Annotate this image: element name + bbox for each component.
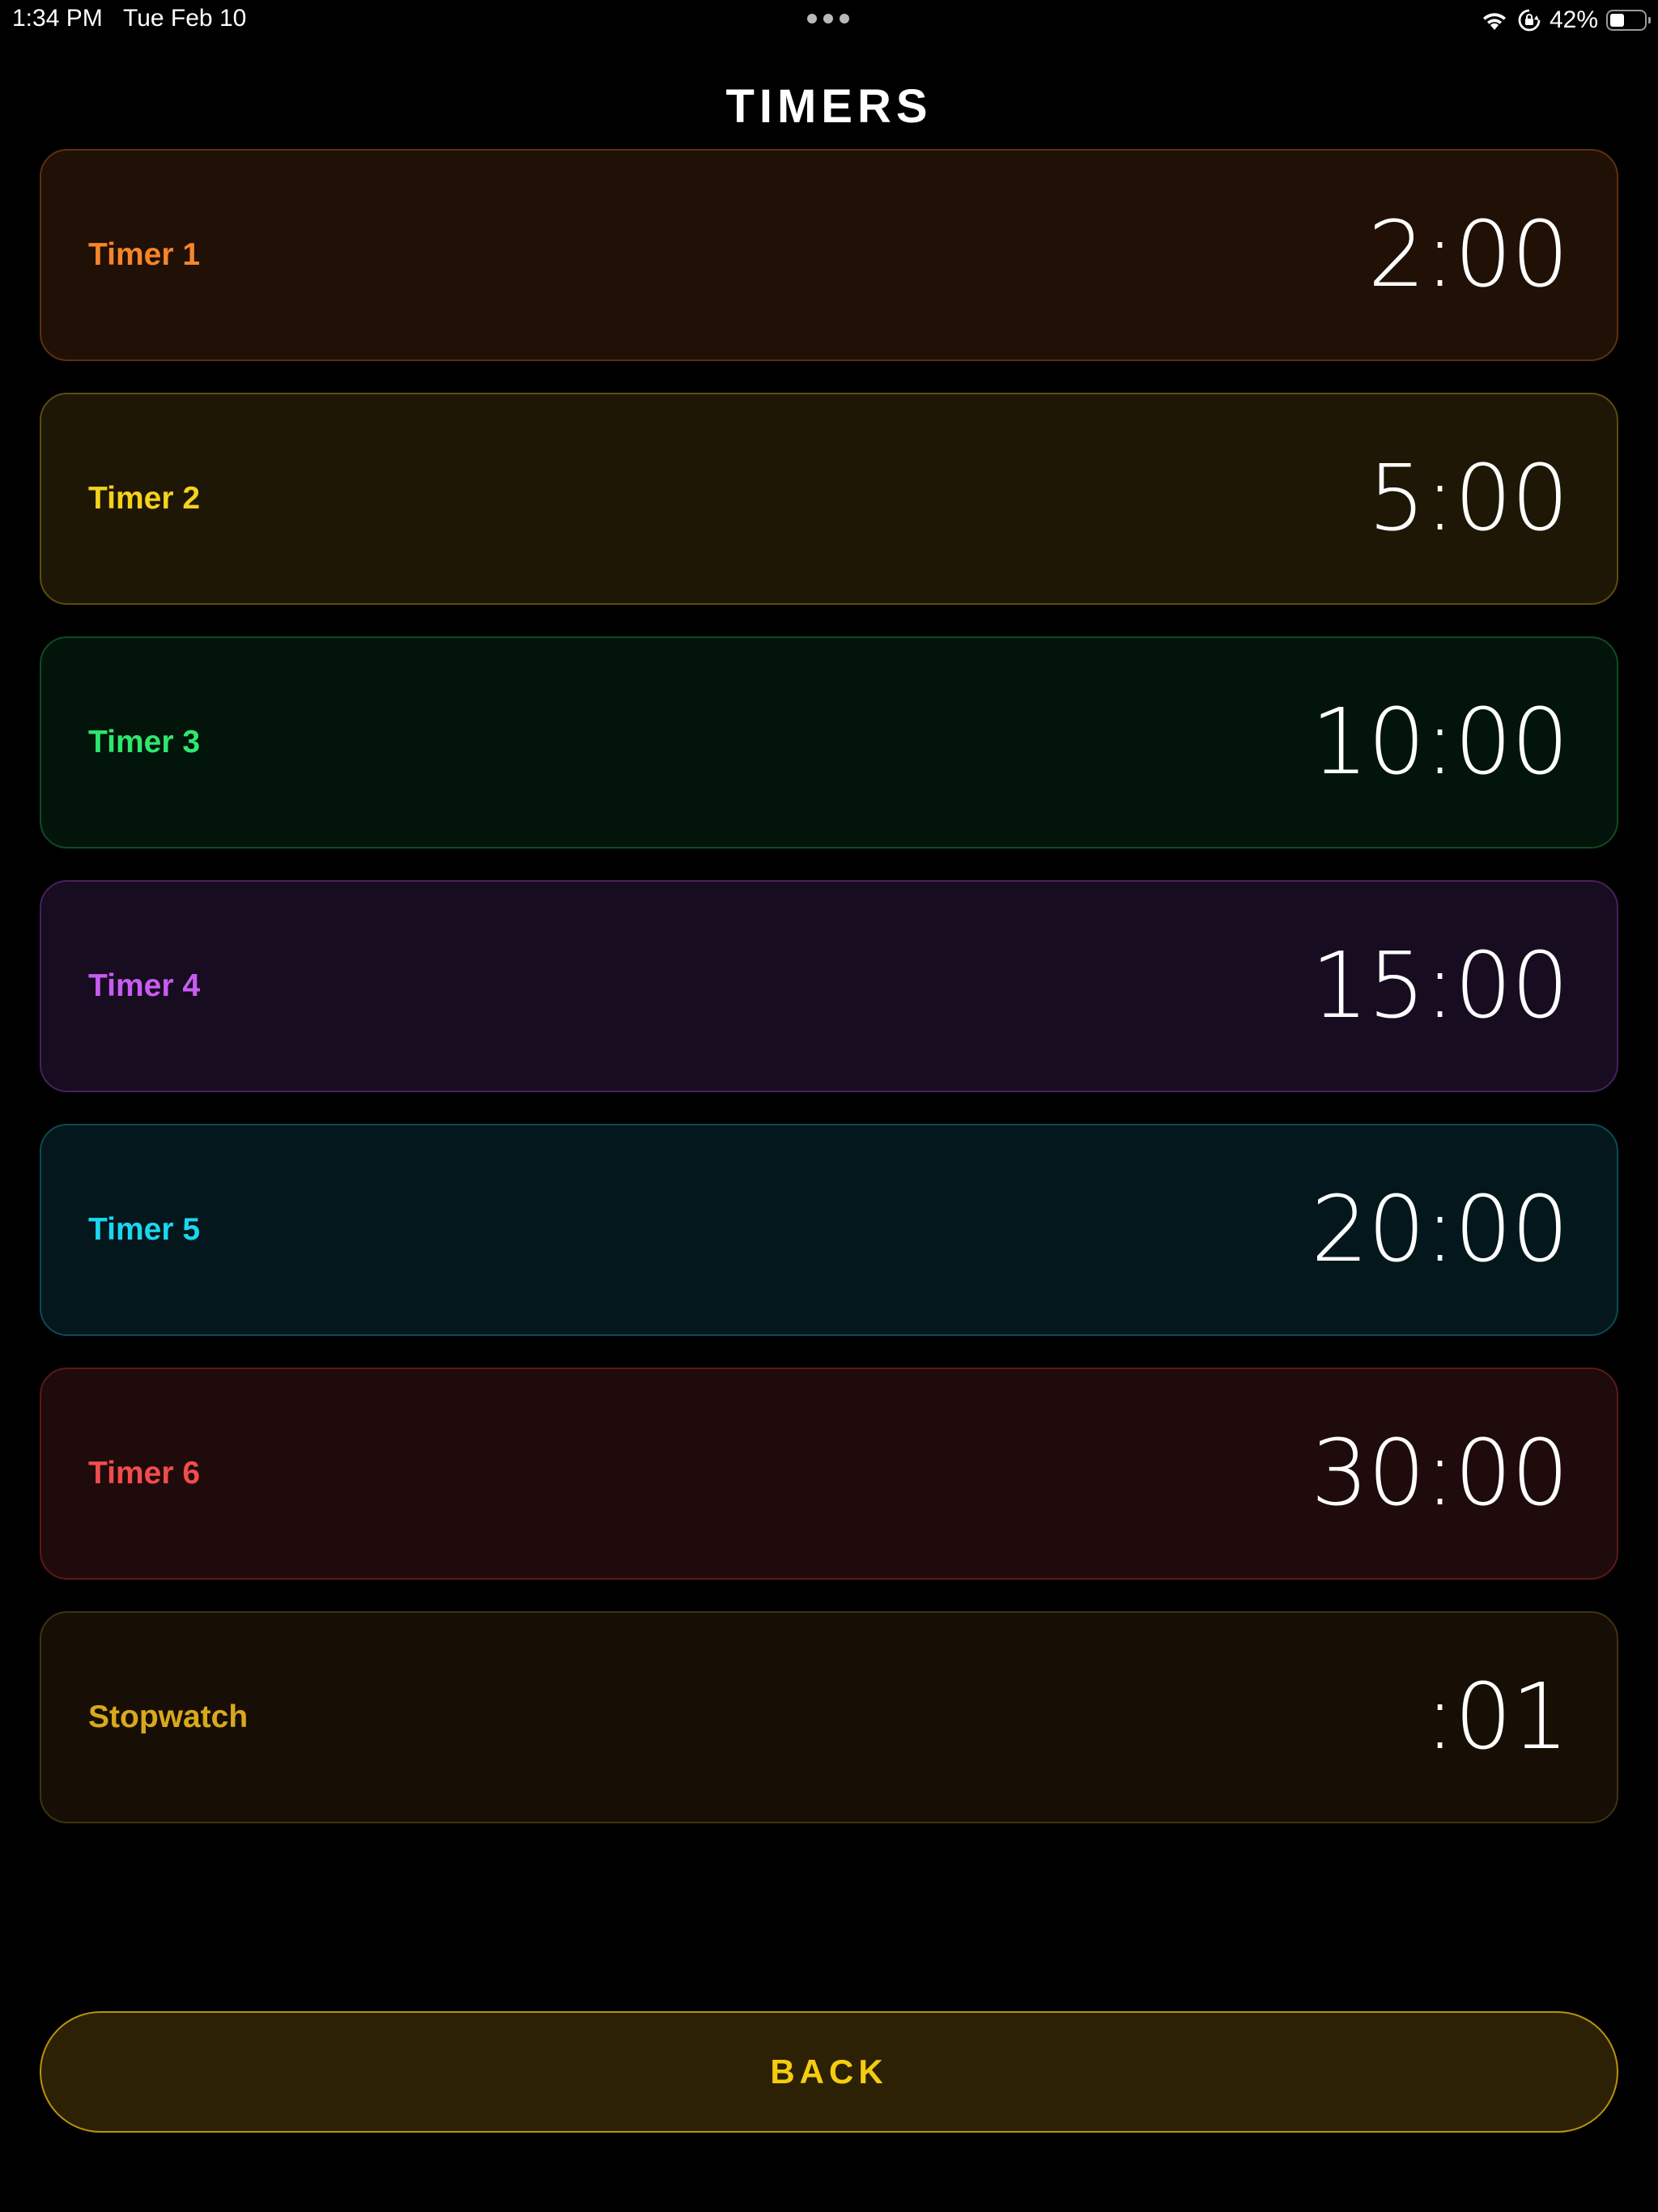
timer-value: 20:00	[1311, 1177, 1569, 1283]
timer-value: 5:00	[1367, 446, 1569, 551]
battery-icon	[1606, 10, 1651, 31]
timer-label: Timer 6	[88, 1456, 201, 1491]
back-button[interactable]: BACK	[40, 2011, 1618, 2133]
status-date: Tue Feb 10	[123, 5, 247, 32]
stopwatch-label: Stopwatch	[88, 1699, 249, 1734]
timer-label: Timer 1	[88, 237, 201, 272]
timer-value: 30:00	[1311, 1421, 1569, 1526]
status-indicators: 42%	[1480, 6, 1651, 34]
timer-value: 15:00	[1311, 934, 1569, 1039]
timer-card-1[interactable]: Timer 1 2:00	[40, 149, 1618, 361]
stopwatch-card[interactable]: Stopwatch :01	[40, 1611, 1618, 1823]
timer-label: Timer 2	[88, 481, 201, 516]
timer-label: Timer 4	[88, 968, 201, 1003]
battery-percent: 42%	[1549, 6, 1598, 33]
timer-card-5[interactable]: Timer 5 20:00	[40, 1124, 1618, 1336]
timer-card-3[interactable]: Timer 3 10:00	[40, 636, 1618, 849]
timer-list: Timer 1 2:00 Timer 2 5:00 Timer 3 10:00 …	[40, 149, 1618, 1855]
status-time: 1:34 PM	[12, 5, 103, 32]
page-title: TIMERS	[725, 80, 933, 133]
status-bar: 1:34 PM Tue Feb 10 42%	[0, 0, 1658, 40]
orientation-lock-icon	[1517, 8, 1541, 32]
multitasking-dots-icon[interactable]	[807, 14, 849, 25]
timer-card-6[interactable]: Timer 6 30:00	[40, 1368, 1618, 1580]
timer-card-4[interactable]: Timer 4 15:00	[40, 880, 1618, 1092]
timer-value: 2:00	[1367, 202, 1569, 308]
timer-label: Timer 3	[88, 725, 201, 759]
wifi-icon	[1480, 9, 1509, 32]
back-button-label: BACK	[770, 2052, 888, 2091]
timer-value: 10:00	[1311, 690, 1569, 795]
stopwatch-value: :01	[1424, 1665, 1569, 1770]
timer-card-2[interactable]: Timer 2 5:00	[40, 393, 1618, 605]
timer-label: Timer 5	[88, 1212, 201, 1247]
